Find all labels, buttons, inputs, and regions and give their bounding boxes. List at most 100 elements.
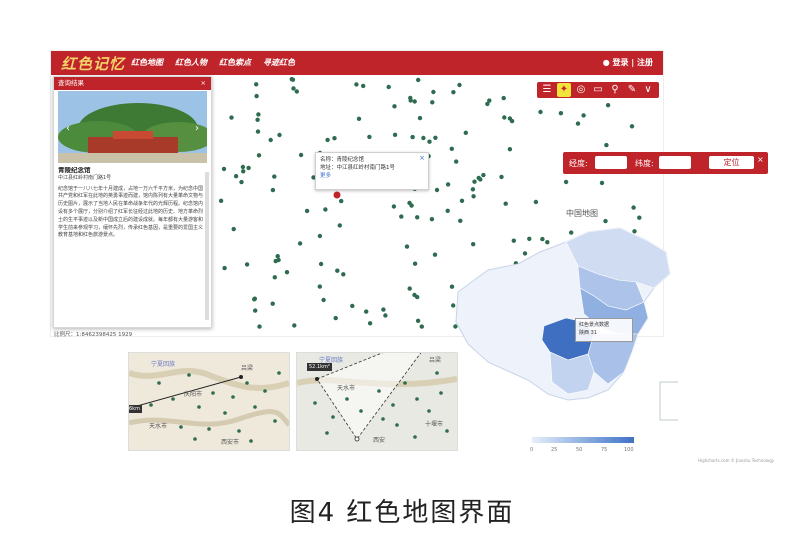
site-marker[interactable]: [272, 275, 277, 280]
close-icon[interactable]: ×: [201, 77, 206, 90]
site-marker[interactable]: [415, 318, 421, 323]
site-marker[interactable]: [386, 84, 391, 90]
site-marker[interactable]: [317, 284, 322, 289]
site-marker[interactable]: [507, 147, 513, 152]
site-marker[interactable]: [407, 200, 412, 206]
site-marker[interactable]: [415, 215, 420, 220]
site-marker[interactable]: [499, 174, 504, 180]
site-marker[interactable]: [470, 187, 476, 192]
site-marker[interactable]: [392, 132, 398, 137]
site-marker[interactable]: [412, 261, 418, 266]
site-marker[interactable]: [291, 86, 296, 91]
site-marker[interactable]: [275, 254, 280, 259]
site-marker[interactable]: [419, 324, 424, 329]
site-marker[interactable]: [454, 159, 459, 164]
trash-icon[interactable]: ▭: [591, 83, 605, 97]
site-marker[interactable]: [434, 187, 440, 193]
site-marker[interactable]: [416, 77, 421, 83]
site-marker[interactable]: [502, 115, 507, 120]
site-marker[interactable]: [485, 101, 490, 107]
site-marker[interactable]: [408, 98, 413, 103]
site-marker[interactable]: [335, 268, 340, 273]
site-marker[interactable]: [325, 137, 330, 143]
site-marker[interactable]: [298, 152, 304, 158]
site-marker[interactable]: [637, 215, 642, 220]
site-marker[interactable]: [233, 174, 239, 179]
site-marker[interactable]: [509, 118, 515, 124]
globe-icon[interactable]: ◎: [574, 83, 588, 97]
site-marker[interactable]: [471, 194, 476, 199]
nav-red-trace[interactable]: 寻迹红色: [263, 57, 295, 68]
site-marker[interactable]: [421, 135, 426, 141]
china-choropleth[interactable]: [448, 222, 678, 432]
site-marker[interactable]: [341, 272, 346, 277]
site-marker[interactable]: [333, 315, 338, 321]
site-marker[interactable]: [221, 166, 227, 172]
site-marker[interactable]: [246, 165, 251, 171]
site-marker[interactable]: [241, 169, 246, 174]
site-marker[interactable]: [240, 164, 246, 170]
site-marker[interactable]: [297, 241, 303, 246]
site-marker[interactable]: [391, 204, 397, 209]
site-marker[interactable]: [407, 286, 412, 291]
site-marker[interactable]: [257, 324, 262, 329]
site-marker[interactable]: [270, 187, 276, 193]
distance-measure-map[interactable]: 6km 宁夏回族 吕梁 庆阳市 天水市 西安市: [128, 352, 290, 451]
nav-red-spots[interactable]: 红色索点: [219, 57, 251, 68]
site-marker[interactable]: [317, 233, 323, 239]
site-marker[interactable]: [392, 104, 397, 109]
site-marker[interactable]: [433, 135, 438, 140]
login-register[interactable]: ● 登录 | 注册: [603, 57, 653, 68]
site-marker[interactable]: [364, 309, 369, 314]
site-marker[interactable]: [412, 99, 417, 104]
site-marker[interactable]: [229, 115, 234, 120]
site-marker[interactable]: [533, 199, 539, 205]
site-marker[interactable]: [332, 136, 337, 141]
site-marker[interactable]: [449, 146, 454, 151]
pencil-icon[interactable]: ✎: [625, 83, 639, 97]
site-marker[interactable]: [270, 301, 275, 306]
selected-site-marker[interactable]: [333, 191, 341, 199]
site-marker[interactable]: [218, 198, 224, 203]
popup-more-link[interactable]: 更多: [320, 172, 424, 180]
site-marker[interactable]: [451, 90, 456, 95]
site-marker[interactable]: [222, 265, 227, 271]
close-icon[interactable]: ×: [419, 154, 425, 162]
site-marker[interactable]: [503, 201, 508, 206]
site-marker[interactable]: [410, 134, 415, 140]
longitude-input[interactable]: [595, 156, 627, 169]
site-marker[interactable]: [431, 89, 436, 95]
area-measure-map[interactable]: 52.1km² 宁夏回族 吕梁 天水市 西安 十堰市: [296, 352, 458, 451]
site-marker[interactable]: [427, 139, 432, 144]
site-marker[interactable]: [631, 205, 636, 210]
site-marker[interactable]: [445, 182, 451, 187]
site-marker[interactable]: [350, 303, 355, 309]
site-marker[interactable]: [501, 95, 506, 101]
site-marker[interactable]: [354, 82, 359, 87]
site-marker[interactable]: [339, 198, 344, 204]
site-marker[interactable]: [256, 112, 261, 117]
site-marker[interactable]: [432, 252, 438, 257]
site-marker[interactable]: [323, 207, 328, 212]
site-marker[interactable]: [256, 153, 262, 158]
site-marker[interactable]: [563, 179, 569, 185]
site-marker[interactable]: [255, 117, 260, 122]
site-marker[interactable]: [268, 137, 273, 143]
site-marker[interactable]: [318, 261, 324, 267]
site-marker[interactable]: [383, 313, 388, 318]
site-marker[interactable]: [381, 307, 386, 312]
site-marker[interactable]: [253, 308, 258, 313]
site-marker[interactable]: [231, 226, 236, 232]
site-marker[interactable]: [476, 175, 481, 181]
site-marker[interactable]: [321, 297, 326, 303]
site-marker[interactable]: [361, 83, 366, 89]
site-marker[interactable]: [581, 113, 586, 118]
site-marker[interactable]: [472, 179, 477, 184]
site-marker[interactable]: [276, 257, 281, 263]
site-marker[interactable]: [575, 121, 581, 126]
locate-button[interactable]: 定位: [709, 156, 754, 169]
site-marker[interactable]: [272, 174, 277, 179]
site-marker[interactable]: [239, 179, 244, 185]
site-marker[interactable]: [605, 103, 611, 108]
site-marker[interactable]: [558, 111, 564, 116]
